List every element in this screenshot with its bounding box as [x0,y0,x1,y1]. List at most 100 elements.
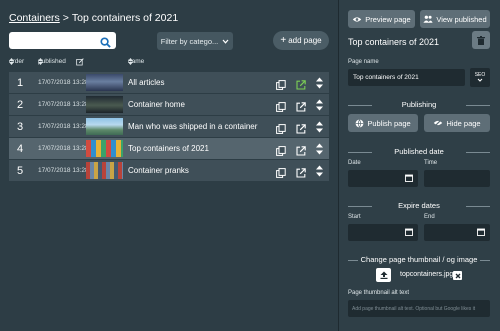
hide-page-label: Hide page [446,118,481,128]
row-name[interactable]: Man who was shipped in a container [128,122,257,131]
order-column-header[interactable]: order [9,58,24,65]
external-link-icon[interactable] [296,143,306,161]
expire-start-input[interactable] [348,224,418,241]
publish-page-button[interactable]: Publish page [348,114,418,132]
end-label: End [424,214,435,220]
chevron-down-icon [222,37,229,46]
row-published-date: 17/07/2018 13:28 [38,79,89,86]
remove-thumbnail-button[interactable] [453,271,462,280]
publish-page-label: Publish page [367,118,411,128]
row-published-date: 17/07/2018 13:28 [38,101,89,108]
date-label: Date [348,160,361,166]
delete-page-button[interactable] [472,31,490,49]
calendar-icon [405,174,413,182]
thumbnail-alt-label: Page thumbnail alt text [348,290,410,296]
reorder-handle-icon[interactable] [316,76,323,94]
calendar-icon [405,228,413,236]
table-row[interactable]: 4 17/07/2018 13:28 Top containers of 202… [9,138,329,159]
thumbnail-alt-placeholder: Add page thumbnail alt text. Optional bu… [352,305,476,312]
row-order: 5 [16,164,24,177]
reorder-handle-icon[interactable] [316,120,323,138]
breadcrumb-root-link[interactable]: Containers [9,12,60,24]
table-header: order published name [9,58,329,70]
search-icon[interactable] [100,35,111,53]
published-column-header[interactable]: published [38,58,66,65]
plus-icon: + [280,34,287,46]
preview-page-label: Preview page [365,14,411,24]
chevron-down-icon [477,78,483,82]
row-order: 2 [16,98,24,111]
external-link-icon[interactable] [296,121,306,139]
page-details-panel: Preview page View published Top containe… [339,0,500,331]
row-order: 4 [16,142,24,155]
page-name-value: Top containers of 2021 [353,74,419,81]
search-box [9,32,116,51]
pages-list-panel: Containers > Top containers of 2021 Filter… [0,0,338,331]
duplicate-icon[interactable] [276,143,286,161]
expire-dates-heading: Expire dates [348,201,490,210]
table-row[interactable]: 1 17/07/2018 13:28 All articles [9,72,329,93]
duplicate-icon[interactable] [276,165,286,183]
thumbnail-heading: Change page thumbnail / og image [348,255,490,264]
reorder-handle-icon[interactable] [316,164,323,182]
eye-icon [353,16,362,22]
page-name-label: Page name [348,59,379,65]
table-row[interactable]: 2 17/07/2018 13:28 Container home [9,94,329,115]
duplicate-icon[interactable] [276,77,286,95]
eye-slash-icon [434,119,443,127]
duplicate-icon[interactable] [276,99,286,117]
filter-by-category-select[interactable]: Filter by catego... [157,32,233,50]
upload-thumbnail-button[interactable] [376,268,391,282]
row-thumbnail [86,140,123,157]
start-label: Start [348,214,361,220]
search-input[interactable] [9,34,97,51]
row-thumbnail [86,74,123,91]
seo-toggle[interactable]: SEO [470,68,490,87]
view-published-label: View published [436,14,487,24]
thumbnail-alt-input[interactable]: Add page thumbnail alt text. Optional bu… [348,300,490,317]
upload-icon [380,271,387,279]
published-header-label: published [38,58,66,65]
reorder-handle-icon[interactable] [316,98,323,116]
publishing-heading: Publishing [348,100,490,109]
published-date-input[interactable] [348,170,418,187]
table-row[interactable]: 5 17/07/2018 13:28 Container pranks [9,160,329,181]
row-published-date: 17/07/2018 13:28 [38,167,89,174]
add-page-button[interactable]: + add page [273,31,329,50]
row-thumbnail [86,118,123,135]
page-title: Top containers of 2021 [348,37,440,47]
trash-icon [477,35,485,45]
row-published-date: 17/07/2018 13:28 [38,123,89,130]
row-name[interactable]: Container home [128,100,185,109]
time-label: Time [424,160,438,166]
row-order: 1 [16,76,24,89]
expire-end-input[interactable] [424,224,490,241]
row-name[interactable]: All articles [128,78,164,87]
edit-icon[interactable] [76,58,84,66]
hide-page-button[interactable]: Hide page [424,114,490,132]
row-thumbnail [86,162,123,179]
external-link-icon[interactable] [296,99,306,117]
preview-page-button[interactable]: Preview page [348,10,415,28]
reorder-handle-icon[interactable] [316,142,323,160]
external-link-icon[interactable] [296,165,306,183]
external-link-icon[interactable] [296,77,306,95]
order-header-label: order [9,58,25,65]
page-name-field[interactable]: Top containers of 2021 [348,69,465,86]
table-row[interactable]: 3 17/07/2018 13:28 Man who was shipped i… [9,116,329,137]
breadcrumb-separator: > [62,12,69,24]
add-page-label: add page [288,36,322,45]
close-icon [455,273,460,278]
row-thumbnail [86,96,123,113]
globe-icon [355,119,364,127]
row-name[interactable]: Top containers of 2021 [128,144,209,153]
calendar-icon [477,228,485,236]
name-column-header[interactable]: name [128,58,144,65]
row-name[interactable]: Container pranks [128,166,189,175]
published-time-input[interactable] [424,170,490,187]
view-published-button[interactable]: View published [420,10,490,28]
duplicate-icon[interactable] [276,121,286,139]
published-date-heading: Published date [348,147,490,156]
pages-table: 1 17/07/2018 13:28 All articles 2 17/07/… [9,72,329,182]
row-published-date: 17/07/2018 13:28 [38,145,89,152]
